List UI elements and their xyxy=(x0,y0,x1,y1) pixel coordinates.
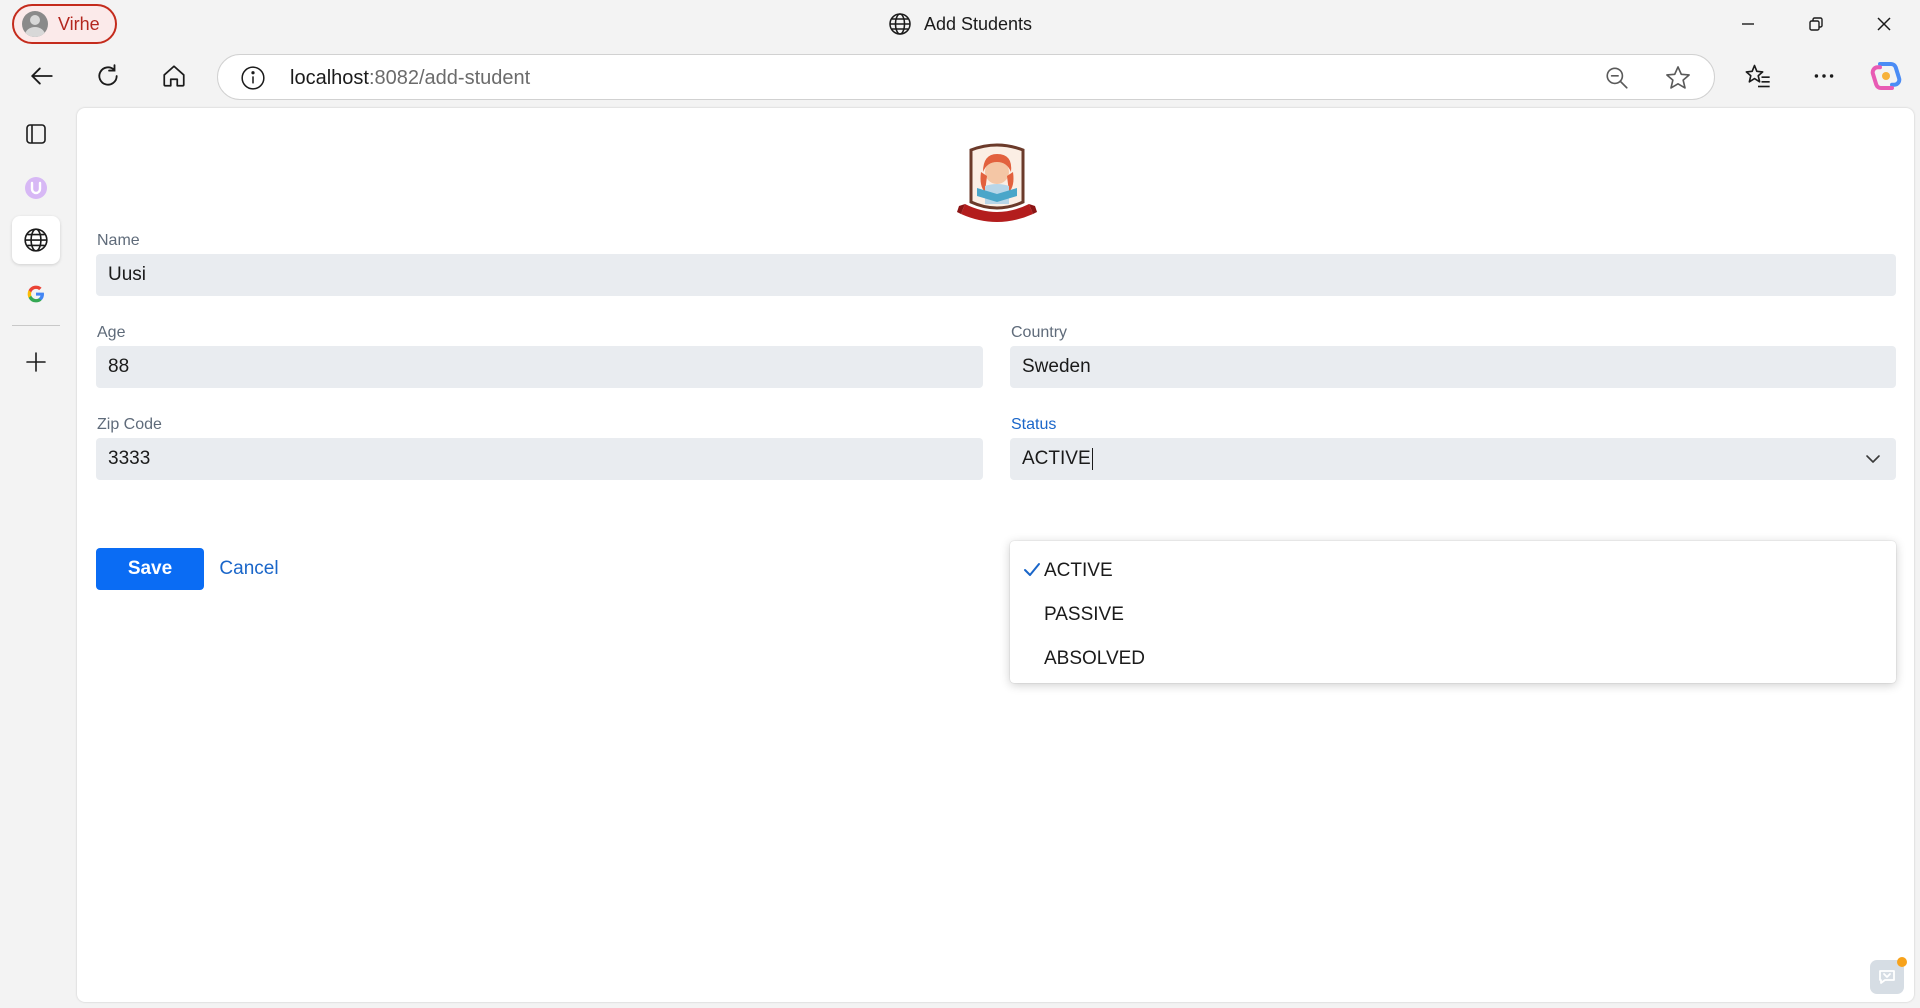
url-text[interactable]: localhost:8082/add-student xyxy=(290,67,530,90)
feedback-icon xyxy=(1879,970,1895,984)
status-option-active[interactable]: ACTIVE xyxy=(1010,549,1896,593)
refresh-icon xyxy=(98,64,118,86)
zoom-out-icon[interactable] xyxy=(1604,65,1630,96)
browser-toolbar: localhost:8082/add-student xyxy=(0,48,1920,106)
page-content: Name Uusi Age 88 Country Sweden Zip Code… xyxy=(77,108,1914,1002)
name-value: Uusi xyxy=(108,264,147,285)
status-select[interactable]: ACTIVE xyxy=(1010,438,1896,480)
refresh-button[interactable] xyxy=(86,54,130,98)
sidebar-app-u[interactable] xyxy=(12,164,60,212)
restore-button[interactable] xyxy=(1782,0,1850,48)
back-button[interactable] xyxy=(20,54,64,98)
more-icon xyxy=(1814,74,1834,78)
name-input[interactable]: Uusi xyxy=(96,254,1896,296)
profile-name: Virhe xyxy=(58,13,100,34)
app-logo xyxy=(957,142,1037,228)
status-option-absolved[interactable]: ABSOLVED xyxy=(1010,637,1896,681)
home-icon xyxy=(163,65,185,87)
status-option-label: ACTIVE xyxy=(1044,560,1113,581)
close-button[interactable] xyxy=(1850,0,1918,48)
plus-icon xyxy=(26,352,46,372)
favorites-icon xyxy=(1745,64,1770,88)
title-bar: Virhe Add Students xyxy=(0,0,1920,48)
text-caret xyxy=(1091,448,1093,470)
tab-actions-button[interactable] xyxy=(12,110,60,158)
minimize-button[interactable] xyxy=(1714,0,1782,48)
zip-code-value: 3333 xyxy=(108,448,151,469)
profile-button[interactable]: Virhe xyxy=(12,4,117,44)
restore-icon xyxy=(1809,17,1823,31)
age-input[interactable]: 88 xyxy=(96,346,983,388)
status-option-label: PASSIVE xyxy=(1044,604,1124,625)
chevron-down-icon[interactable] xyxy=(1864,450,1882,468)
status-dropdown: ACTIVE PASSIVE ABSOLVED xyxy=(1010,541,1896,683)
close-icon xyxy=(1877,17,1891,31)
country-label: Country xyxy=(1011,324,1068,341)
cancel-button[interactable]: Cancel xyxy=(207,548,291,590)
star-icon[interactable] xyxy=(1664,64,1692,97)
sidebar-app-web[interactable] xyxy=(12,216,60,264)
sidebar-divider xyxy=(12,325,60,326)
status-value: ACTIVE xyxy=(1022,448,1091,469)
window-title: Add Students xyxy=(923,13,1033,34)
status-option-label: ABSOLVED xyxy=(1044,648,1146,669)
url-path: :8082/add-student xyxy=(368,67,531,89)
u-app-icon xyxy=(25,177,47,199)
sidebar-add-button[interactable] xyxy=(12,338,60,386)
status-label: Status xyxy=(1011,416,1057,433)
globe-icon xyxy=(889,13,911,35)
browser-sidebar xyxy=(0,106,72,1008)
age-label: Age xyxy=(97,324,126,341)
globe-icon xyxy=(24,228,48,252)
copilot-button[interactable] xyxy=(1864,54,1908,98)
address-bar[interactable]: localhost:8082/add-student xyxy=(217,54,1715,100)
check-icon xyxy=(1024,563,1040,576)
age-value: 88 xyxy=(108,356,130,377)
copilot-icon xyxy=(1870,62,1902,90)
status-option-passive[interactable]: PASSIVE xyxy=(1010,593,1896,637)
back-arrow-icon xyxy=(31,67,53,85)
google-icon xyxy=(27,285,44,303)
info-icon[interactable] xyxy=(240,65,266,96)
zip-code-label: Zip Code xyxy=(97,416,162,433)
name-label: Name xyxy=(97,232,140,249)
url-host: localhost xyxy=(290,67,369,89)
tabs-icon xyxy=(26,124,46,144)
country-input[interactable]: Sweden xyxy=(1010,346,1896,388)
zip-code-input[interactable]: 3333 xyxy=(96,438,983,480)
home-button[interactable] xyxy=(152,54,196,98)
save-button[interactable]: Save xyxy=(96,548,204,590)
notification-dot xyxy=(1897,957,1907,967)
avatar xyxy=(22,11,48,37)
feedback-button[interactable] xyxy=(1870,957,1907,994)
window-title-area: Add Students xyxy=(0,0,1920,48)
more-button[interactable] xyxy=(1802,54,1846,98)
minimize-icon xyxy=(1742,23,1754,25)
favorites-button[interactable] xyxy=(1736,54,1780,98)
sidebar-app-google[interactable] xyxy=(12,270,60,318)
country-value: Sweden xyxy=(1022,356,1091,377)
